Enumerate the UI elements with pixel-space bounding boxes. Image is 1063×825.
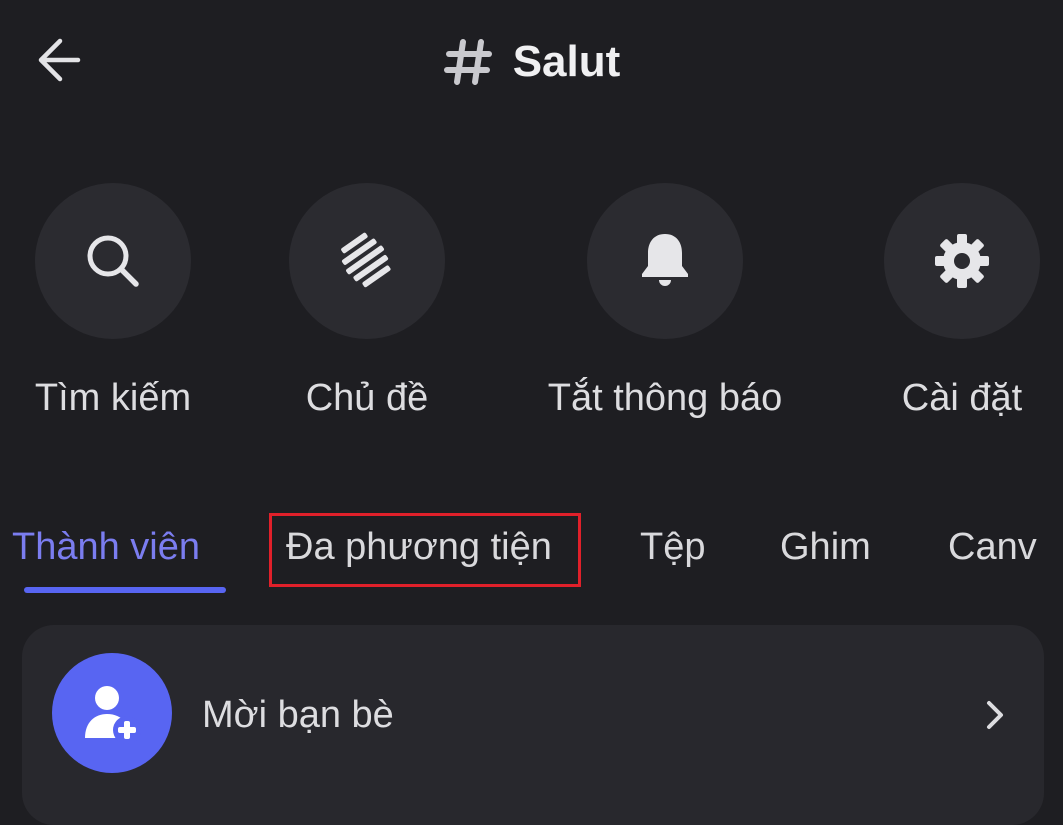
search-label: Tìm kiếm: [34, 377, 192, 419]
settings-action-circle[interactable]: [884, 183, 1040, 339]
search-icon: [87, 235, 139, 287]
mute-label: Tắt thông báo: [547, 377, 783, 419]
channel-title: Salut: [512, 37, 621, 86]
mute-action-circle[interactable]: [587, 183, 743, 339]
threads-action-circle[interactable]: [289, 183, 445, 339]
chevron-right-icon: [987, 701, 1003, 729]
invite-avatar: [52, 653, 172, 773]
tab-media[interactable]: Đa phương tiện: [286, 524, 552, 570]
search-action-circle[interactable]: [35, 183, 191, 339]
search-action[interactable]: Tìm kiếm: [0, 183, 243, 421]
threads-label: Chủ đề: [305, 377, 429, 419]
tab-pins[interactable]: Ghim: [780, 524, 871, 570]
threads-action[interactable]: Chủ đề: [237, 183, 497, 421]
tab-canvas[interactable]: Canv: [948, 524, 1037, 570]
hash-icon: [443, 39, 492, 85]
gear-icon: [935, 234, 989, 288]
tab-files[interactable]: Tệp: [640, 524, 705, 570]
members-card: Mời bạn bè: [22, 625, 1044, 825]
invite-friends-row[interactable]: Mời bạn bè: [22, 625, 1044, 773]
tab-members[interactable]: Thành viên: [12, 524, 200, 570]
tab-bar: Thành viên Đa phương tiện Tệp Ghim Canv: [0, 510, 1063, 600]
mute-action[interactable]: Tắt thông báo: [535, 183, 795, 421]
bell-icon: [642, 234, 688, 286]
settings-label: Cài đặt: [901, 377, 1023, 419]
threads-icon: [341, 232, 391, 288]
channel-header: Salut: [0, 0, 1063, 125]
active-tab-indicator: [24, 587, 226, 593]
invite-friends-label: Mời bạn bè: [202, 694, 394, 736]
add-user-icon: [85, 686, 141, 744]
settings-action[interactable]: Cài đặt: [832, 183, 1063, 421]
